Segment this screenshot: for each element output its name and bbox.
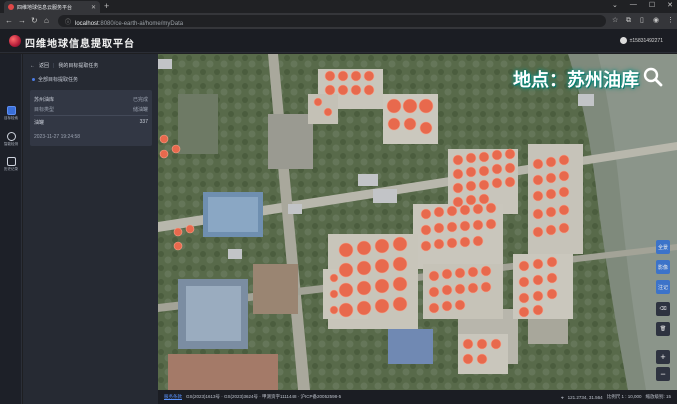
breadcrumb-title: 我的目标提取任务 (58, 63, 99, 69)
attribution-text: GS(2023)1613号 · GS(2023)3624号 · 甲测资字1111… (186, 394, 342, 399)
zoom-in-button[interactable]: + (656, 350, 670, 364)
count-value: 337 (139, 119, 148, 125)
rail-item-history[interactable]: 历史记录 (0, 157, 22, 179)
card-row-type: 目标类型 储油罐 (34, 106, 148, 113)
rail-item-target-search[interactable]: 目标检索 (0, 106, 22, 128)
minimize-icon[interactable]: — (630, 1, 637, 9)
imagery-tool-button[interactable]: 影像 (656, 260, 670, 274)
task-panel: ← 返回 | 我的目标提取任务 全部目标提取任务 苏州油库 已完成 目标类型 储… (23, 54, 158, 404)
card-row-count: 油罐 337 (34, 119, 148, 126)
address-toolbar: ← → ↻ ⌂ ⓘ localhost:8080/ce-earth-ai/hom… (0, 13, 677, 29)
app-title: 四维地球信息提取平台 (25, 39, 135, 50)
favicon-icon (8, 4, 14, 10)
plus-icon: + (660, 352, 666, 362)
coordinates-readout: 121.2734, 31.564 (567, 394, 603, 400)
card-row-title: 苏州油库 已完成 (34, 96, 148, 103)
url-bar[interactable]: ⓘ localhost:8080/ce-earth-ai/home/myData (58, 15, 606, 27)
count-label: 油罐 (34, 120, 45, 126)
breadcrumb-separator: | (53, 62, 55, 69)
back-icon[interactable]: ← (5, 15, 13, 27)
globe-logo-icon (9, 35, 21, 47)
url-path: :8080/ce-earth-ai/home/myData (98, 21, 184, 27)
rail-label: 智能检测 (4, 142, 18, 146)
task-card[interactable]: 苏州油库 已完成 目标类型 储油罐 油罐 337 2023-11-27 19:2… (30, 90, 152, 146)
section-header: 全部目标提取任务 (32, 76, 78, 83)
satellite-imagery (158, 54, 677, 390)
tab-title: 四维地球信息云服务平台 (17, 4, 73, 11)
home-icon[interactable]: ⌂ (44, 15, 49, 27)
bullet-icon (32, 78, 35, 81)
map-statusbar: 服务条款 GS(2023)1613号 · GS(2023)3624号 · 甲测资… (158, 390, 677, 404)
location-overlay-title: 地点：苏州油库 (513, 70, 639, 91)
eraser-tool-button[interactable]: ⌫ (656, 302, 670, 316)
eraser-icon: ⌫ (659, 306, 667, 312)
delete-tool-button[interactable]: 🗑 (656, 322, 670, 336)
back-arrow-icon[interactable]: ← (30, 63, 35, 69)
back-link[interactable]: 返回 (39, 62, 49, 69)
left-rail: 目标检索 智能检测 历史记录 (0, 54, 22, 404)
divider (34, 115, 148, 116)
extensions-icon[interactable]: ⧉ (626, 15, 631, 27)
avatar (619, 37, 627, 44)
forward-icon[interactable]: → (18, 15, 26, 27)
tab-search-icon[interactable]: ⌄ (612, 1, 618, 9)
bookmark-icon[interactable]: ☆ (612, 15, 618, 27)
user-menu[interactable]: ±15831492271 (619, 37, 663, 44)
menu-icon[interactable]: ⋮ (667, 15, 674, 27)
satellite-map[interactable]: 地点：苏州油库 全景 影像 注记 ⌫ 🗑 + − (158, 54, 677, 390)
card-row-time: 2023-11-27 19:24:58 (34, 134, 148, 140)
document-icon (6, 157, 16, 166)
zoom-level-readout: 缩放级别: 15 (645, 394, 671, 399)
window-controls: ⌄ — ☐ ✕ (612, 1, 673, 9)
search-icon (6, 132, 16, 141)
app-header: 四维地球信息提取平台 ±15831492271 (0, 29, 677, 53)
location-pin-icon: ⌖ (561, 394, 564, 400)
username: ±15831492271 (629, 37, 663, 44)
new-tab-icon[interactable]: + (104, 1, 109, 12)
scale-readout: 比例尺 1 : 10,000 (606, 394, 642, 399)
panorama-tool-button[interactable]: 全景 (656, 240, 670, 254)
trash-icon: 🗑 (659, 326, 667, 332)
field-value: 储油罐 (132, 107, 148, 113)
magnifier-icon[interactable] (643, 67, 663, 87)
task-name: 苏州油库 (34, 97, 55, 103)
section-label: 全部目标提取任务 (38, 77, 79, 83)
field-label: 目标类型 (34, 107, 55, 113)
reload-icon[interactable]: ↻ (31, 15, 38, 27)
maximize-icon[interactable]: ☐ (649, 1, 655, 9)
rail-item-smart-detect[interactable]: 智能检测 (0, 132, 22, 154)
label-tool-button[interactable]: 注记 (656, 280, 670, 294)
terms-link[interactable]: 服务条款 (164, 394, 182, 400)
profile-icon[interactable]: ◉ (653, 15, 659, 27)
status-badge: 已完成 (132, 97, 148, 103)
timestamp: 2023-11-27 19:24:58 (34, 134, 81, 140)
rail-label: 目标检索 (4, 116, 18, 120)
zoom-out-button[interactable]: − (656, 367, 670, 381)
close-window-icon[interactable]: ✕ (667, 1, 673, 9)
site-info-icon[interactable]: ⓘ (65, 17, 71, 26)
sidebar-icon[interactable]: ▯ (640, 15, 644, 27)
minus-icon: − (660, 369, 666, 379)
rail-label: 历史记录 (4, 167, 18, 171)
close-tab-icon[interactable]: ✕ (91, 4, 96, 11)
breadcrumb: ← 返回 | 我的目标提取任务 (30, 62, 99, 70)
database-icon (6, 106, 16, 115)
url-host: localhost (75, 21, 99, 27)
